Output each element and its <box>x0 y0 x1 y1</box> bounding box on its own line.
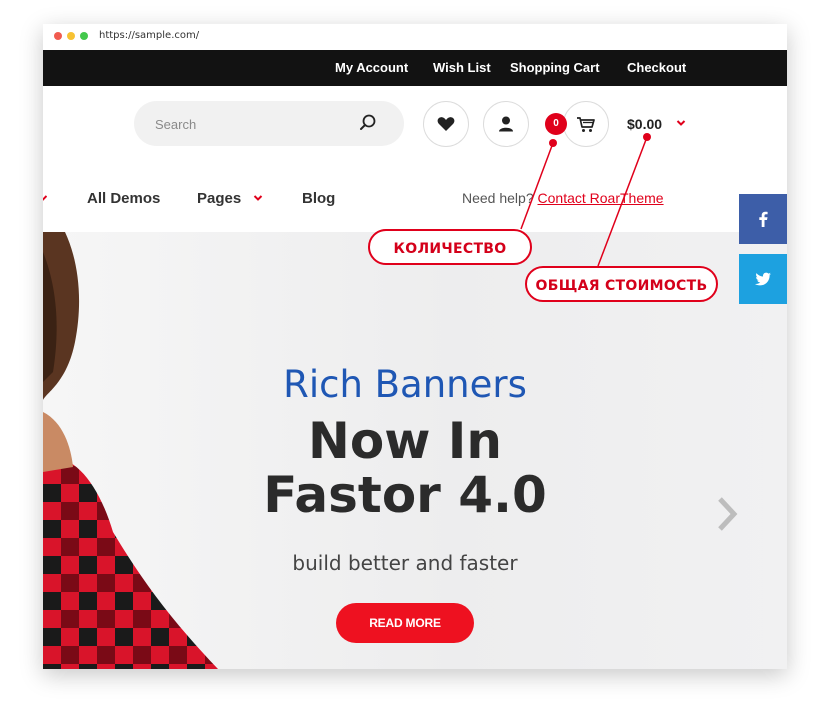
facebook-icon <box>759 211 768 227</box>
read-more-button[interactable]: READ MORE <box>336 603 474 643</box>
top-bar: My Account Wish List Shopping Cart Check… <box>43 50 787 86</box>
chevron-down-icon[interactable] <box>253 194 263 202</box>
search-input[interactable] <box>155 115 345 133</box>
account-button[interactable] <box>483 101 529 147</box>
hero-title-line1: Now In <box>308 412 502 470</box>
chevron-down-icon[interactable] <box>676 119 686 127</box>
cart-total[interactable]: $0.00 <box>627 116 662 132</box>
wishlist-button[interactable] <box>423 101 469 147</box>
help-label: Need help? <box>462 190 534 206</box>
shopping-cart-link[interactable]: Shopping Cart <box>510 50 600 86</box>
hero-subtitle: Rich Banners <box>283 363 527 406</box>
user-icon <box>499 116 513 132</box>
help-text: Need help? Contact RoarTheme <box>462 190 664 206</box>
chevron-right-icon[interactable] <box>715 496 739 532</box>
twitter-icon <box>755 272 771 286</box>
nav-item-pages[interactable]: Pages <box>197 190 241 207</box>
search-box <box>134 101 404 146</box>
minimize-window-dot[interactable] <box>67 32 75 40</box>
twitter-share-button[interactable] <box>739 254 787 304</box>
browser-window: https://sample.com/ My Account Wish List… <box>43 24 787 669</box>
quantity-callout: КОЛИЧЕСТВО <box>368 229 532 265</box>
facebook-share-button[interactable] <box>739 194 787 244</box>
cart-count-badge: 0 <box>545 113 567 135</box>
contact-link[interactable]: Contact RoarTheme <box>538 190 664 206</box>
cart-icon <box>577 117 595 132</box>
checkout-link[interactable]: Checkout <box>627 50 686 86</box>
total-cost-callout: ОБЩАЯ СТОИМОСТЬ <box>525 266 718 302</box>
cart-button[interactable] <box>563 101 609 147</box>
search-icon[interactable] <box>358 113 378 133</box>
browser-chrome: https://sample.com/ <box>43 24 787 51</box>
address-bar[interactable]: https://sample.com/ <box>99 30 199 41</box>
maximize-window-dot[interactable] <box>80 32 88 40</box>
heart-icon <box>437 117 455 131</box>
hero-title-line2: Fastor 4.0 <box>263 466 547 524</box>
nav-item-blog[interactable]: Blog <box>302 190 335 207</box>
chevron-down-icon[interactable] <box>43 194 47 202</box>
hero-tagline: build better and faster <box>292 551 518 575</box>
wish-list-link[interactable]: Wish List <box>433 50 491 86</box>
close-window-dot[interactable] <box>54 32 62 40</box>
nav-item-all-demos[interactable]: All Demos <box>87 190 160 207</box>
my-account-link[interactable]: My Account <box>335 50 408 86</box>
